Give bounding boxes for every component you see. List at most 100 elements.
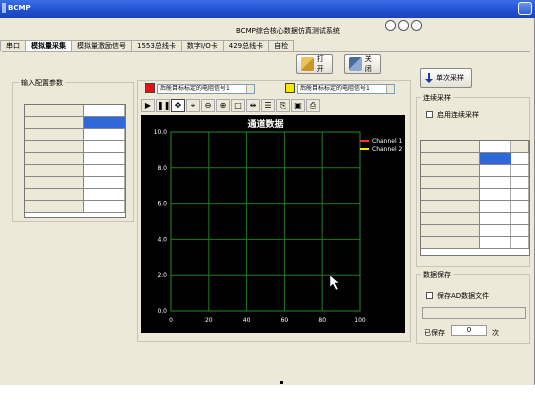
table-cell-selected[interactable]: [83, 117, 125, 128]
table-cell[interactable]: [511, 225, 529, 236]
app-icon: [2, 3, 6, 13]
table-cell[interactable]: [479, 189, 512, 200]
table-row-header: [25, 141, 84, 152]
crosshair-icon[interactable]: ⌖: [186, 99, 200, 112]
chart-svg: 通道数据 0 20 40 60 80 100 0.0 2.0 4.0 6.0 8.0 10.0 Chann…: [154, 118, 403, 324]
table-cell[interactable]: [83, 201, 125, 212]
save-icon[interactable]: ▣: [291, 99, 305, 112]
table-cell[interactable]: [511, 189, 529, 200]
tab-429-card[interactable]: 429总线卡: [222, 40, 270, 51]
window-control-button[interactable]: [518, 2, 532, 15]
saved-unit-label: 次: [492, 329, 499, 337]
x-tick-label: 60: [281, 317, 289, 324]
channel-1-select[interactable]: 后舱目标标定的电阻信号1: [157, 84, 255, 94]
table-header-cell: [25, 105, 84, 116]
table-cell[interactable]: [511, 177, 529, 188]
continuous-sample-checkbox-label: 启用连续采样: [437, 111, 479, 119]
tab-analog-stimulus[interactable]: 模拟量激励信号: [71, 40, 132, 51]
table-cell[interactable]: [83, 153, 125, 164]
print-icon[interactable]: ⎙: [306, 99, 320, 112]
table-cell[interactable]: [83, 177, 125, 188]
table-cell[interactable]: [511, 237, 529, 248]
table-cell[interactable]: [83, 165, 125, 176]
config-table[interactable]: [24, 104, 126, 218]
tab-digital-io[interactable]: 数字I/O卡: [180, 40, 224, 51]
table-header-cell: [83, 105, 125, 116]
table-row-header: [25, 117, 84, 128]
close-button[interactable]: 关闭: [344, 54, 381, 74]
table-cell[interactable]: [511, 165, 529, 176]
y-tick-label: 10.0: [154, 129, 168, 136]
table-cell[interactable]: [83, 129, 125, 140]
close-button-label: 关闭: [364, 55, 372, 73]
arrow-down-icon: [425, 73, 433, 83]
folder-open-icon: [301, 57, 314, 71]
table-cell[interactable]: [479, 225, 512, 236]
table-cell[interactable]: [479, 237, 512, 248]
zoom-in-icon[interactable]: ⊕: [216, 99, 230, 112]
chart-title: 通道数据: [247, 118, 283, 130]
saved-count-field[interactable]: 0: [451, 325, 487, 336]
table-row-header: [25, 153, 84, 164]
table-row-header: [421, 237, 480, 248]
sample-table[interactable]: [420, 140, 530, 256]
input-config-label: 输入配置参数: [19, 78, 65, 88]
window-title: BCMP: [8, 4, 31, 12]
table-row-header: [25, 201, 84, 212]
table-cell[interactable]: [479, 177, 512, 188]
y-tick-label: 4.0: [157, 236, 167, 243]
settings-icon[interactable]: [398, 20, 409, 31]
zoom-out-icon[interactable]: ⊖: [201, 99, 215, 112]
channel-2-color-swatch[interactable]: [285, 83, 295, 93]
clock-icon[interactable]: [385, 20, 396, 31]
channel-1-color-swatch[interactable]: [145, 83, 155, 93]
table-cell[interactable]: [83, 189, 125, 200]
channel-2-select[interactable]: 后舱目标标定的电阻信号1: [297, 84, 395, 94]
open-button[interactable]: 打开: [296, 54, 333, 74]
single-sample-button[interactable]: 单次采样: [420, 68, 472, 88]
x-tick-label: 100: [354, 317, 366, 324]
table-row-header: [421, 213, 480, 224]
table-header-cell: [479, 141, 512, 152]
table-row-header: [25, 177, 84, 188]
channel-1-select-value: 后舱目标标定的电阻信号1: [160, 85, 230, 92]
tab-self-test[interactable]: 自检: [268, 40, 295, 51]
table-cell[interactable]: [511, 201, 529, 212]
table-cell[interactable]: [511, 213, 529, 224]
single-sample-label: 单次采样: [436, 74, 464, 82]
table-cell[interactable]: [479, 201, 512, 212]
copy-icon[interactable]: ⎘: [276, 99, 290, 112]
zoom-box-icon[interactable]: □: [231, 99, 245, 112]
table-row-header: [25, 189, 84, 200]
table-cell[interactable]: [479, 165, 512, 176]
channel-2-select-value: 后舱目标标定的电阻信号1: [300, 85, 370, 92]
tab-serial[interactable]: 串口: [0, 40, 26, 51]
continuous-sample-checkbox[interactable]: [426, 111, 433, 118]
table-cell[interactable]: [511, 153, 529, 164]
timer-icon[interactable]: [411, 20, 422, 31]
table-cell-selected[interactable]: [479, 153, 512, 164]
properties-icon[interactable]: ☰: [261, 99, 275, 112]
tab-1553-card[interactable]: 1553总线卡: [131, 40, 182, 51]
table-row-header: [421, 177, 480, 188]
table-cell[interactable]: [83, 141, 125, 152]
play-icon[interactable]: ▶: [141, 99, 155, 112]
legend-entry-2: Channel 2: [372, 146, 403, 153]
pan-icon[interactable]: ✥: [171, 99, 185, 112]
data-save-label: 数据保存: [421, 270, 453, 280]
x-tick-label: 40: [243, 317, 251, 324]
table-row-header: [421, 225, 480, 236]
save-path-field[interactable]: [422, 307, 526, 319]
app-title: BCMP综合核心数据仿真测试系统: [236, 27, 340, 35]
close-file-icon: [349, 57, 362, 71]
resize-marker: [280, 381, 283, 384]
chevron-down-icon[interactable]: [386, 85, 394, 93]
chevron-down-icon[interactable]: [246, 85, 254, 93]
x-tick-label: 80: [318, 317, 326, 324]
table-cell[interactable]: [479, 213, 512, 224]
fit-width-icon[interactable]: ⇹: [246, 99, 260, 112]
legend-entry-1: Channel 1: [372, 138, 403, 145]
save-ad-data-checkbox[interactable]: [426, 292, 433, 299]
y-tick-label: 0.0: [157, 308, 167, 315]
pause-icon[interactable]: ❚❚: [156, 99, 170, 112]
